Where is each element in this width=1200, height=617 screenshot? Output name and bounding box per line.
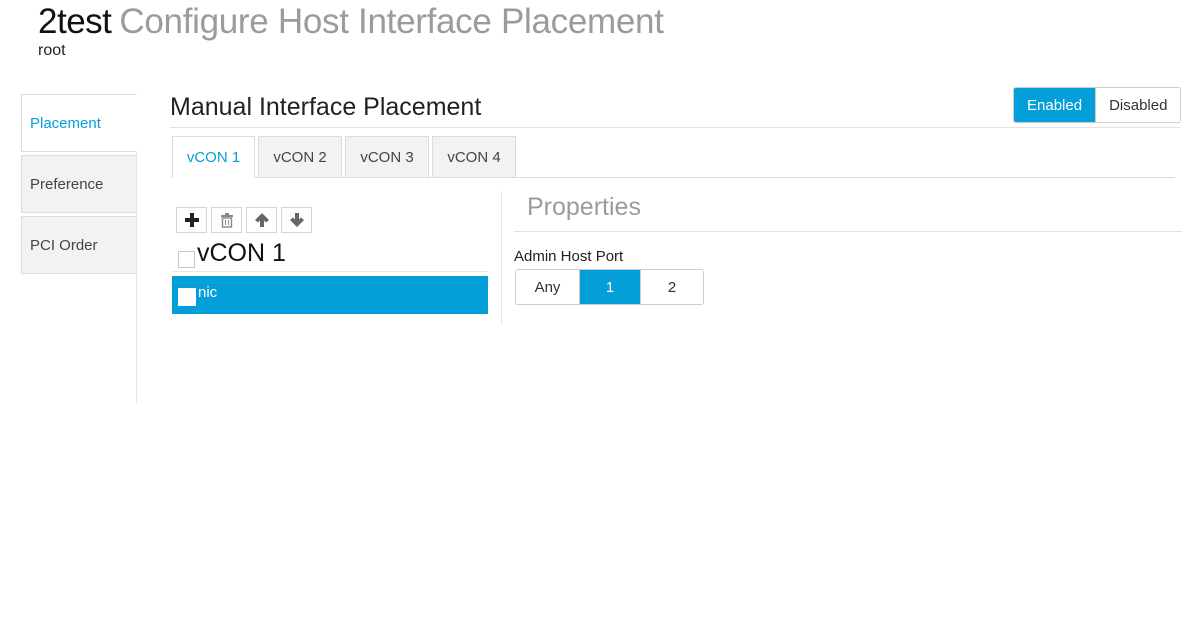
move-down-button[interactable] [281, 207, 312, 233]
side-tab-placement[interactable]: Placement [21, 94, 137, 152]
tree-divider [172, 271, 488, 272]
port-1-button[interactable]: 1 [579, 270, 640, 304]
tab-vcon-3[interactable]: vCON 3 [345, 136, 429, 178]
side-tab-list: Placement Preference PCI Order [21, 94, 137, 277]
arrow-down-icon [289, 213, 304, 227]
section-title: Manual Interface Placement [170, 93, 482, 121]
side-tab-label: Preference [30, 175, 104, 193]
tree-item-label: nic [198, 284, 218, 301]
properties-title: Properties [527, 193, 641, 221]
move-up-button[interactable] [246, 207, 277, 233]
tree-toolbar [176, 207, 312, 233]
item-checkbox[interactable] [178, 288, 196, 306]
admin-host-port-label: Admin Host Port [514, 248, 624, 265]
section-divider [170, 127, 1180, 128]
profile-name: 2test [38, 2, 112, 41]
side-tab-label: PCI Order [30, 236, 98, 254]
page-heading: Configure Host Interface Placement [119, 2, 664, 41]
side-tab-label: Placement [30, 114, 101, 132]
tree-root: vCON 1 [178, 238, 286, 268]
tab-vcon-2[interactable]: vCON 2 [258, 136, 342, 178]
page-title: 2test Configure Host Interface Placement [38, 2, 664, 42]
enabled-button[interactable]: Enabled [1014, 88, 1096, 122]
port-any-button[interactable]: Any [516, 270, 579, 304]
root-checkbox[interactable] [178, 251, 195, 268]
vcon-tabs: vCON 1 vCON 2 vCON 3 vCON 4 [172, 136, 519, 178]
tab-vcon-1[interactable]: vCON 1 [172, 136, 255, 178]
tree-root-label: vCON 1 [197, 239, 286, 267]
tab-label: vCON 1 [186, 149, 241, 166]
tab-vcon-4[interactable]: vCON 4 [432, 136, 516, 178]
side-tab-preference[interactable]: Preference [21, 155, 137, 213]
tabs-divider [255, 177, 1175, 178]
delete-button[interactable] [211, 207, 242, 233]
tab-label: vCON 3 [360, 149, 414, 166]
port-2-button[interactable]: 2 [640, 270, 703, 304]
add-button[interactable] [176, 207, 207, 233]
properties-divider [514, 231, 1182, 232]
arrow-up-icon [254, 213, 269, 227]
manual-placement-toggle: Enabled Disabled [1013, 87, 1182, 123]
org-subtitle: root [38, 42, 66, 59]
disabled-button[interactable]: Disabled [1095, 88, 1181, 122]
side-divider [136, 152, 137, 404]
tab-label: vCON 2 [273, 149, 327, 166]
column-divider [501, 191, 502, 325]
plus-icon [184, 213, 199, 227]
tab-label: vCON 4 [447, 149, 501, 166]
side-tab-pci-order[interactable]: PCI Order [21, 216, 137, 274]
page-header: 2test Configure Host Interface Placement … [38, 2, 664, 60]
admin-host-port-selector: Any 1 2 [515, 269, 704, 305]
trash-icon [220, 213, 233, 228]
tree-item-nic[interactable]: nic [172, 276, 488, 314]
